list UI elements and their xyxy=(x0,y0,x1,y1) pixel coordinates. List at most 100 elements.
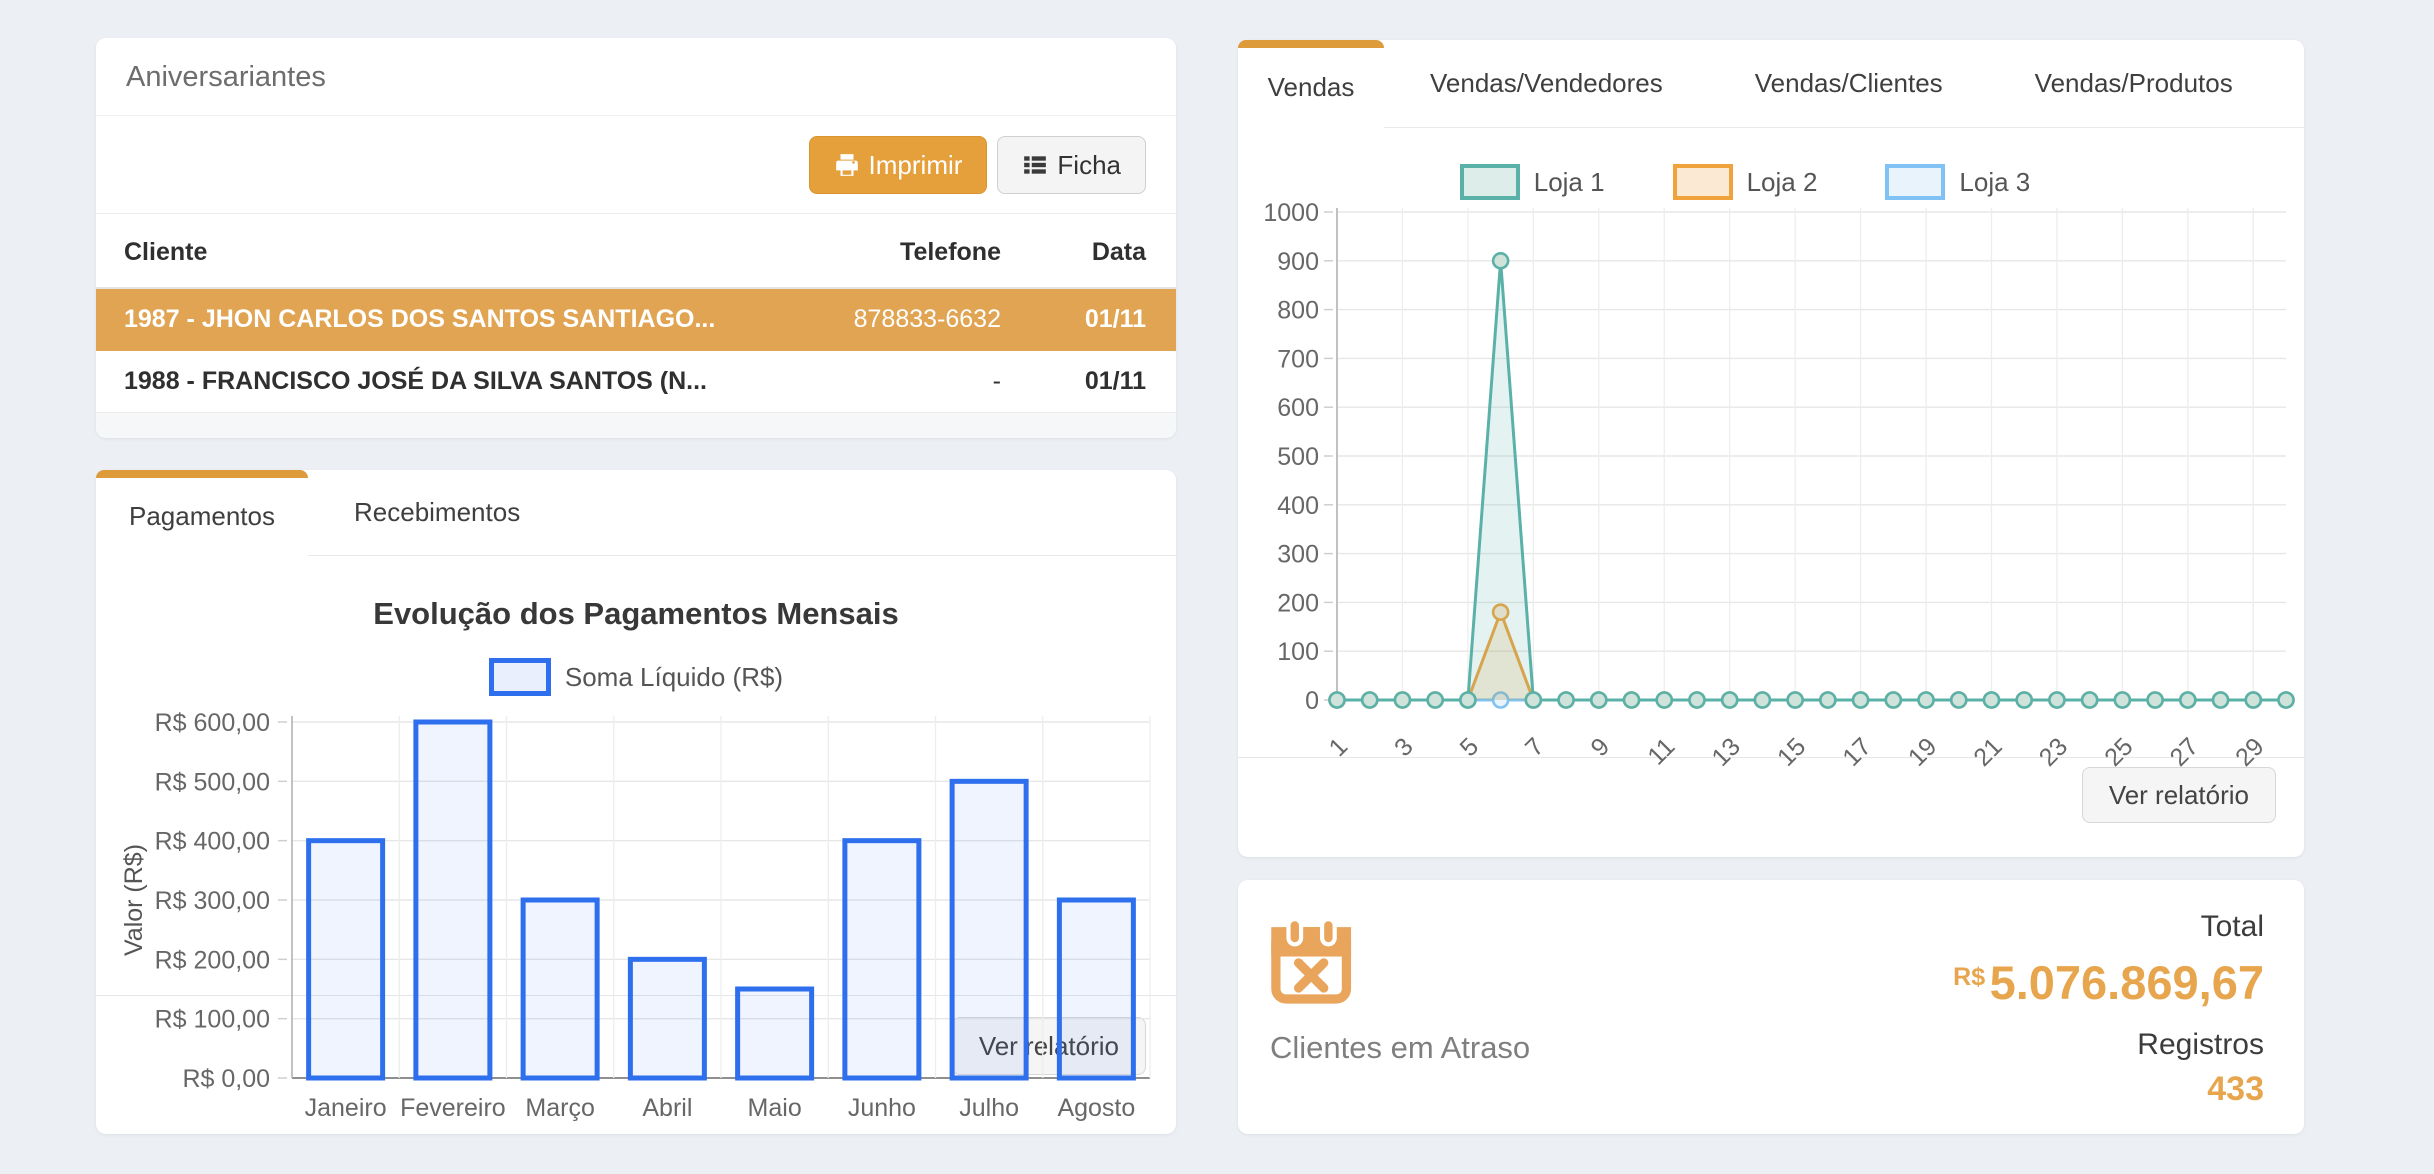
svg-text:600: 600 xyxy=(1277,394,1319,422)
svg-text:Valor (R$): Valor (R$) xyxy=(120,844,148,956)
cell-cliente: 1987 - JHON CARLOS DOS SANTOS SANTIAGO..… xyxy=(96,288,771,350)
card-footer-divider xyxy=(96,995,1176,996)
tab-vendas-vendedores[interactable]: Vendas/Vendedores xyxy=(1384,40,1709,127)
svg-text:27: 27 xyxy=(2165,732,2204,770)
vendas-card: Vendas Vendas/Vendedores Vendas/Clientes… xyxy=(1238,40,2304,857)
legend-swatch xyxy=(1460,164,1520,200)
svg-text:900: 900 xyxy=(1277,248,1319,276)
line-chart-svg: 0100200300400500600700800900100013579111… xyxy=(1238,190,2304,770)
tab-vendas[interactable]: Vendas xyxy=(1238,40,1384,128)
svg-text:17: 17 xyxy=(1837,732,1876,770)
svg-text:Março: Março xyxy=(525,1094,594,1122)
imprimir-label: Imprimir xyxy=(869,150,963,181)
svg-text:100: 100 xyxy=(1277,638,1319,666)
svg-text:Janeiro: Janeiro xyxy=(305,1094,387,1122)
cell-data: 01/11 xyxy=(1001,350,1176,412)
dashboard-screen: Aniversariantes Imprimir Ficha xyxy=(0,0,2434,1174)
svg-text:Abril: Abril xyxy=(642,1094,692,1122)
clientes-atraso-card: Clientes em Atraso Total R$ 5.076.869,67… xyxy=(1238,880,2304,1134)
registros-value: 433 xyxy=(1953,1066,2264,1112)
ver-relatorio-pagamentos-button[interactable]: Ver relatório xyxy=(952,1017,1146,1075)
col-header-cliente: Cliente xyxy=(96,214,771,288)
svg-text:Junho: Junho xyxy=(848,1094,916,1122)
total-amount: 5.076.869,67 xyxy=(1990,956,2264,1009)
printer-icon xyxy=(834,152,860,178)
svg-text:23: 23 xyxy=(2034,732,2073,770)
legend-label: Loja 3 xyxy=(1959,167,2030,198)
legend-item-soma-liquido[interactable]: Soma Líquido (R$) xyxy=(489,658,783,696)
table-row[interactable]: 1988 - FRANCISCO JOSÉ DA SILVA SANTOS (N… xyxy=(96,350,1176,412)
cell-cliente: 1988 - FRANCISCO JOSÉ DA SILVA SANTOS (N… xyxy=(96,350,771,412)
ficha-label: Ficha xyxy=(1057,150,1121,181)
legend-label: Soma Líquido (R$) xyxy=(565,662,783,693)
legend-label: Loja 2 xyxy=(1747,167,1818,198)
svg-text:R$ 0,00: R$ 0,00 xyxy=(182,1065,270,1093)
aniversariantes-card: Aniversariantes Imprimir Ficha xyxy=(96,38,1176,438)
svg-text:29: 29 xyxy=(2230,732,2269,770)
imprimir-button[interactable]: Imprimir xyxy=(809,136,988,194)
svg-text:R$ 600,00: R$ 600,00 xyxy=(155,709,270,737)
col-header-telefone: Telefone xyxy=(771,214,1001,288)
cell-telefone: 878833-6632 xyxy=(771,288,1001,350)
col-header-data: Data xyxy=(1001,214,1176,288)
svg-text:R$ 200,00: R$ 200,00 xyxy=(155,946,270,974)
legend-item-loja-2[interactable]: Loja 2 xyxy=(1673,164,1818,200)
ver-relatorio-vendas-button[interactable]: Ver relatório xyxy=(2082,767,2276,823)
tab-recebimentos[interactable]: Recebimentos xyxy=(308,470,566,555)
svg-text:R$ 500,00: R$ 500,00 xyxy=(155,768,270,796)
pagamentos-card: Pagamentos Recebimentos Evolução dos Pag… xyxy=(96,470,1176,1134)
svg-text:300: 300 xyxy=(1277,541,1319,569)
total-value: R$ 5.076.869,67 xyxy=(1953,948,2264,1024)
svg-text:25: 25 xyxy=(2099,732,2138,770)
svg-text:R$ 300,00: R$ 300,00 xyxy=(155,887,270,915)
legend-swatch xyxy=(1885,164,1945,200)
empty-striped-row xyxy=(96,413,1176,439)
cell-telefone: - xyxy=(771,350,1001,412)
svg-text:R$ 400,00: R$ 400,00 xyxy=(155,828,270,856)
clientes-atraso-title: Clientes em Atraso xyxy=(1270,1030,1530,1066)
line-chart-legend: Loja 1 Loja 2 Loja 3 xyxy=(1238,164,2304,200)
legend-swatch xyxy=(1673,164,1733,200)
legend-label: Loja 1 xyxy=(1534,167,1605,198)
svg-text:800: 800 xyxy=(1277,297,1319,325)
card-footer-divider xyxy=(1238,757,2304,758)
registros-label: Registros xyxy=(1953,1024,2264,1066)
svg-text:15: 15 xyxy=(1772,732,1811,770)
vendas-tabstrip: Vendas Vendas/Vendedores Vendas/Clientes… xyxy=(1238,40,2304,128)
ficha-button[interactable]: Ficha xyxy=(997,136,1146,194)
bar-chart-title: Evolução dos Pagamentos Mensais xyxy=(96,596,1176,632)
list-icon xyxy=(1022,152,1048,178)
pagamentos-tabstrip: Pagamentos Recebimentos xyxy=(96,470,1176,556)
legend-item-loja-1[interactable]: Loja 1 xyxy=(1460,164,1605,200)
svg-text:Agosto: Agosto xyxy=(1057,1094,1135,1122)
legend-swatch xyxy=(489,658,551,696)
legend-item-loja-3[interactable]: Loja 3 xyxy=(1885,164,2030,200)
tab-vendas-clientes[interactable]: Vendas/Clientes xyxy=(1709,40,1989,127)
svg-text:R$ 100,00: R$ 100,00 xyxy=(155,1006,270,1034)
svg-text:700: 700 xyxy=(1277,345,1319,373)
currency-prefix: R$ xyxy=(1953,963,1985,991)
cell-data: 01/11 xyxy=(1001,288,1176,350)
svg-text:21: 21 xyxy=(1968,732,2007,770)
tab-vendas-produtos[interactable]: Vendas/Produtos xyxy=(1989,40,2279,127)
table-row-selected[interactable]: 1987 - JHON CARLOS DOS SANTOS SANTIAGO..… xyxy=(96,288,1176,350)
aniversariantes-toolbar: Imprimir Ficha xyxy=(96,116,1176,214)
svg-text:19: 19 xyxy=(1903,732,1942,770)
svg-text:13: 13 xyxy=(1706,732,1745,770)
line-chart: 0100200300400500600700800900100013579111… xyxy=(1238,190,2304,770)
bar-chart-legend: Soma Líquido (R$) xyxy=(96,658,1176,696)
atraso-kpis: Total R$ 5.076.869,67 Registros 433 xyxy=(1953,906,2264,1112)
svg-text:1000: 1000 xyxy=(1263,199,1319,227)
table-header-row: Cliente Telefone Data xyxy=(96,214,1176,288)
svg-text:400: 400 xyxy=(1277,492,1319,520)
svg-text:Maio: Maio xyxy=(748,1094,802,1122)
aniversariantes-table: Cliente Telefone Data 1987 - JHON CARLOS… xyxy=(96,214,1176,413)
svg-text:Fevereiro: Fevereiro xyxy=(400,1094,506,1122)
svg-text:Julho: Julho xyxy=(959,1094,1019,1122)
total-label: Total xyxy=(1953,906,2264,948)
svg-text:11: 11 xyxy=(1642,732,1680,770)
aniversariantes-title: Aniversariantes xyxy=(96,38,1176,116)
svg-text:0: 0 xyxy=(1305,687,1319,715)
tab-pagamentos[interactable]: Pagamentos xyxy=(96,470,308,556)
svg-text:500: 500 xyxy=(1277,443,1319,471)
